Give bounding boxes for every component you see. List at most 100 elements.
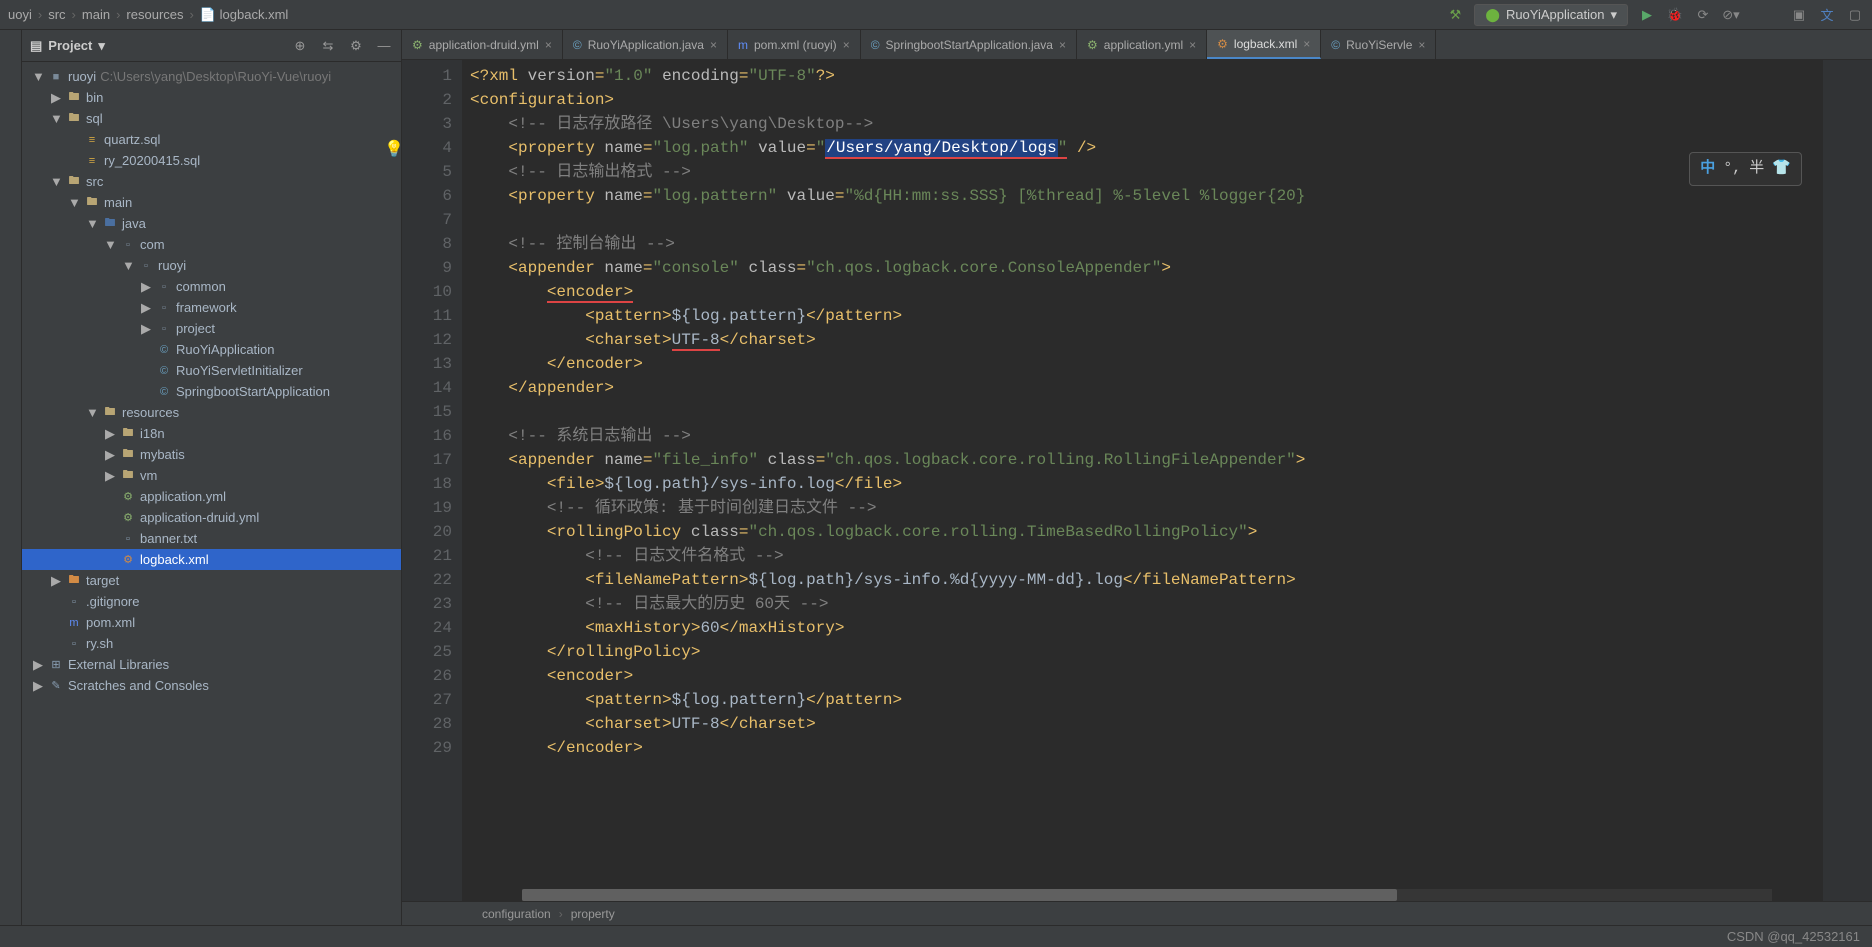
editor-tab[interactable]: ©RuoYiApplication.java× xyxy=(563,30,728,59)
hammer-icon[interactable]: ⚒ xyxy=(1446,6,1464,24)
tree-toggle[interactable]: ▶ xyxy=(50,573,62,589)
code-line[interactable]: </encoder> xyxy=(470,352,1822,376)
code-line[interactable]: <property name="log.pattern" value="%d{H… xyxy=(470,184,1822,208)
code-minimap[interactable] xyxy=(1822,60,1872,901)
tree-toggle[interactable]: ▶ xyxy=(140,300,152,316)
code-line[interactable]: <appender name="console" class="ch.qos.l… xyxy=(470,256,1822,280)
debug-icon[interactable]: 🐞 xyxy=(1666,6,1684,24)
tree-node[interactable]: ▶🖿vm xyxy=(22,465,401,486)
breadcrumb-item[interactable]: property xyxy=(571,907,615,921)
tree-node[interactable]: ▶⊞External Libraries xyxy=(22,654,401,675)
run-icon[interactable]: ▶ xyxy=(1638,6,1656,24)
code-line[interactable]: <file>${log.path}/sys-info.log</file> xyxy=(470,472,1822,496)
tree-node[interactable]: ▼■ruoyiC:\Users\yang\Desktop\RuoYi-Vue\r… xyxy=(22,66,401,87)
tree-node[interactable]: ▼▫ruoyi xyxy=(22,255,401,276)
code-line[interactable]: <?xml version="1.0" encoding="UTF-8"?> xyxy=(470,64,1822,88)
lightbulb-icon[interactable]: 💡 xyxy=(384,138,404,162)
code-line[interactable]: <encoder> xyxy=(470,664,1822,688)
tree-toggle[interactable]: ▼ xyxy=(86,405,98,420)
code-line[interactable]: <charset>UTF-8</charset> xyxy=(470,328,1822,352)
breadcrumb-item[interactable]: main xyxy=(82,7,110,22)
close-icon[interactable]: × xyxy=(1303,37,1310,51)
tree-node[interactable]: ≡ry_20200415.sql xyxy=(22,150,401,171)
tree-node[interactable]: ©RuoYiServletInitializer xyxy=(22,360,401,381)
tree-node[interactable]: ▼🖿main xyxy=(22,192,401,213)
tree-toggle[interactable]: ▼ xyxy=(122,258,134,273)
editor-tab[interactable]: ⚙application-druid.yml× xyxy=(402,30,563,59)
tree-toggle[interactable]: ▼ xyxy=(50,174,62,189)
tree-node[interactable]: ▼🖿java xyxy=(22,213,401,234)
code-line[interactable]: </rollingPolicy> xyxy=(470,640,1822,664)
target-icon[interactable]: ⊕ xyxy=(291,37,309,55)
stop-icon[interactable]: ⟳ xyxy=(1694,6,1712,24)
tree-node[interactable]: ⚙application-druid.yml xyxy=(22,507,401,528)
tree-node[interactable]: ⚙application.yml xyxy=(22,486,401,507)
tree-node[interactable]: ©SpringbootStartApplication xyxy=(22,381,401,402)
tree-node[interactable]: ▼🖿resources xyxy=(22,402,401,423)
horizontal-scrollbar[interactable] xyxy=(522,889,1772,901)
code-line[interactable]: <configuration> xyxy=(470,88,1822,112)
tree-toggle[interactable]: ▶ xyxy=(140,279,152,295)
code-line[interactable]: <maxHistory>60</maxHistory> xyxy=(470,616,1822,640)
tree-node[interactable]: ▶▫common xyxy=(22,276,401,297)
editor-tab[interactable]: mpom.xml (ruoyi)× xyxy=(728,30,861,59)
tree-toggle[interactable]: ▼ xyxy=(86,216,98,231)
editor-tab[interactable]: ©SpringbootStartApplication.java× xyxy=(861,30,1077,59)
code-line[interactable]: <!-- 循环政策: 基于时间创建日志文件 --> xyxy=(470,496,1822,520)
close-icon[interactable]: × xyxy=(843,38,850,52)
code-line[interactable]: <!-- 日志文件名格式 --> xyxy=(470,544,1822,568)
code-line[interactable]: <!-- 控制台输出 --> xyxy=(470,232,1822,256)
tree-node[interactable]: ©RuoYiApplication xyxy=(22,339,401,360)
editor-tab[interactable]: ⚙application.yml× xyxy=(1077,30,1207,59)
tree-node[interactable]: ≡quartz.sql xyxy=(22,129,401,150)
window-icon[interactable]: ▢ xyxy=(1846,6,1864,24)
code-line[interactable]: <pattern>${log.pattern}</pattern> xyxy=(470,688,1822,712)
run-config-selector[interactable]: ⬤ RuoYiApplication ▾ xyxy=(1474,4,1628,26)
breadcrumb-item[interactable]: configuration xyxy=(482,907,551,921)
breadcrumb-item[interactable]: 📄 logback.xml xyxy=(200,7,288,23)
tree-node[interactable]: ▼🖿sql xyxy=(22,108,401,129)
tree-toggle[interactable]: ▶ xyxy=(104,426,116,442)
editor-tab[interactable]: ⚙logback.xml× xyxy=(1207,30,1321,59)
close-icon[interactable]: × xyxy=(545,38,552,52)
code-line[interactable]: <!-- 日志最大的历史 60天 --> xyxy=(470,592,1822,616)
layout-icon[interactable]: ▣ xyxy=(1790,6,1808,24)
tool-window-bar[interactable] xyxy=(0,30,22,925)
code-line[interactable]: <property name="log.path" value="/Users/… xyxy=(470,136,1822,160)
tree-toggle[interactable]: ▼ xyxy=(32,69,44,84)
tree-node[interactable]: ▫.gitignore xyxy=(22,591,401,612)
tree-node[interactable]: ▶🖿mybatis xyxy=(22,444,401,465)
code-content[interactable]: <?xml version="1.0" encoding="UTF-8"?><c… xyxy=(462,60,1822,901)
editor-tab[interactable]: ©RuoYiServle× xyxy=(1321,30,1436,59)
translate-icon[interactable]: 文 xyxy=(1818,6,1836,24)
tree-toggle[interactable]: ▼ xyxy=(104,237,116,252)
tree-toggle[interactable]: ▶ xyxy=(104,447,116,463)
tree-node[interactable]: ▶▫framework xyxy=(22,297,401,318)
code-line[interactable]: <rollingPolicy class="ch.qos.logback.cor… xyxy=(470,520,1822,544)
hide-icon[interactable]: — xyxy=(375,37,393,55)
profile-icon[interactable]: ⊘▾ xyxy=(1722,6,1740,24)
code-line[interactable]: <!-- 日志存放路径 \Users\yang\Desktop--> xyxy=(470,112,1822,136)
project-tree[interactable]: ▼■ruoyiC:\Users\yang\Desktop\RuoYi-Vue\r… xyxy=(22,62,401,925)
breadcrumb-item[interactable]: src xyxy=(48,7,65,22)
tree-toggle[interactable]: ▶ xyxy=(50,90,62,106)
tree-node[interactable]: ▼🖿src xyxy=(22,171,401,192)
tree-node[interactable]: ▫ry.sh xyxy=(22,633,401,654)
code-line[interactable]: <pattern>${log.pattern}</pattern> xyxy=(470,304,1822,328)
code-line[interactable]: <!-- 系统日志输出 --> xyxy=(470,424,1822,448)
code-line[interactable]: </encoder> xyxy=(470,736,1822,760)
tree-node[interactable]: ▶🖿target xyxy=(22,570,401,591)
code-line[interactable] xyxy=(470,400,1822,424)
code-line[interactable]: </appender> xyxy=(470,376,1822,400)
tree-node[interactable]: ▶🖿i18n xyxy=(22,423,401,444)
code-line[interactable]: <encoder> xyxy=(470,280,1822,304)
code-line[interactable]: <appender name="file_info" class="ch.qos… xyxy=(470,448,1822,472)
close-icon[interactable]: × xyxy=(1059,38,1066,52)
code-line[interactable]: <fileNamePattern>${log.path}/sys-info.%d… xyxy=(470,568,1822,592)
tree-toggle[interactable]: ▶ xyxy=(140,321,152,337)
close-icon[interactable]: × xyxy=(1418,38,1425,52)
close-icon[interactable]: × xyxy=(710,38,717,52)
code-line[interactable]: <!-- 日志输出格式 --> xyxy=(470,160,1822,184)
tree-toggle[interactable]: ▶ xyxy=(32,678,44,694)
scrollbar-thumb[interactable] xyxy=(522,889,1397,901)
